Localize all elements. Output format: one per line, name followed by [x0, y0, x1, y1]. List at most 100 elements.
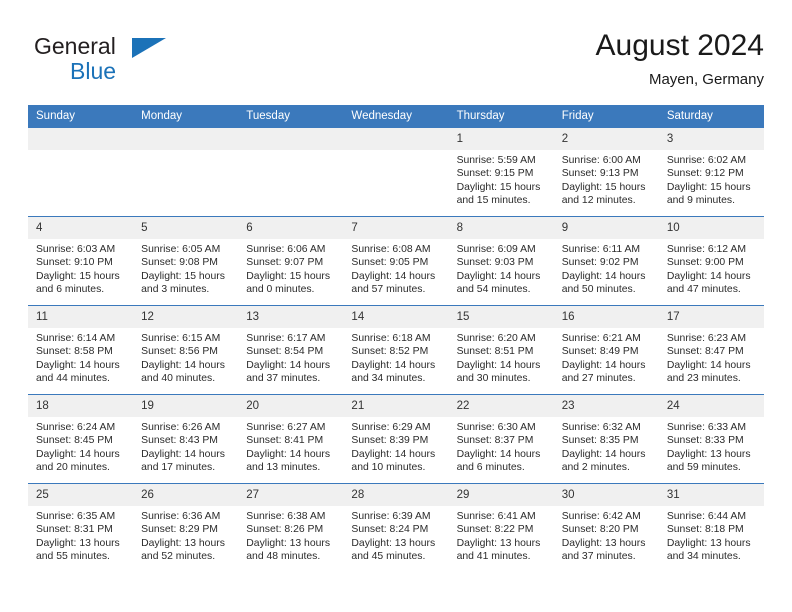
brand-logo[interactable]: General Blue — [34, 34, 234, 90]
sunrise-text: Sunrise: 6:21 AM — [561, 333, 641, 344]
sunrise-text: Sunrise: 6:26 AM — [141, 422, 221, 433]
day-details: Sunrise: 6:02 AM Sunset: 9:12 PM Daylight:… — [659, 150, 764, 208]
day-number: 22 — [448, 395, 554, 417]
calendar-day-cell[interactable]: 5 Sunrise: 6:05 AM Sunset: 9:08 PM Daylight… — [133, 216, 239, 306]
calendar-body: 1 Sunrise: 5:59 AM Sunset: 9:15 PM Daylight… — [28, 127, 764, 573]
daylight-text-line1: Daylight: 13 hours — [141, 537, 225, 549]
calendar-day-cell[interactable]: 3 Sunrise: 6:02 AM Sunset: 9:12 PM Daylight… — [658, 127, 764, 217]
calendar-day-cell[interactable]: 25 Sunrise: 6:35 AM Sunset: 8:31 PM Dayligh… — [28, 483, 134, 573]
calendar-day-cell[interactable]: 8 Sunrise: 6:09 AM Sunset: 9:03 PM Daylight… — [448, 216, 554, 306]
day-number: 9 — [553, 217, 659, 239]
daylight-text-line1: Daylight: 13 hours — [351, 537, 436, 549]
daylight-text-line2: and 50 minutes. — [561, 284, 636, 296]
calendar-day-cell[interactable]: 14 Sunrise: 6:18 AM Sunset: 8:52 PM Dayligh… — [343, 305, 449, 395]
sunrise-text: Sunrise: 6:41 AM — [456, 511, 536, 522]
calendar-day-cell[interactable]: 26 Sunrise: 6:36 AM Sunset: 8:29 PM Dayligh… — [133, 483, 239, 573]
sunset-text: Sunset: 8:18 PM — [666, 524, 744, 536]
day-number: 15 — [448, 306, 554, 328]
sunset-text: Sunset: 9:12 PM — [666, 168, 744, 180]
day-number: 14 — [343, 306, 449, 328]
calendar-day-cell[interactable]: 19 Sunrise: 6:26 AM Sunset: 8:43 PM Dayligh… — [133, 394, 239, 484]
calendar-day-cell[interactable]: 28 Sunrise: 6:39 AM Sunset: 8:24 PM Dayligh… — [343, 483, 449, 573]
calendar-day-cell[interactable]: 11 Sunrise: 6:14 AM Sunset: 8:58 PM Dayligh… — [28, 305, 134, 395]
day-details: Sunrise: 6:00 AM Sunset: 9:13 PM Daylight:… — [554, 150, 659, 208]
sunset-text: Sunset: 8:39 PM — [351, 435, 429, 447]
day-number: 18 — [28, 395, 134, 417]
day-details: Sunrise: 6:08 AM Sunset: 9:05 PM Daylight:… — [343, 239, 448, 297]
daylight-text-line2: and 48 minutes. — [246, 551, 321, 563]
sunset-text: Sunset: 8:47 PM — [666, 346, 744, 358]
daylight-text-line2: and 54 minutes. — [456, 284, 531, 296]
sunrise-text: Sunrise: 6:05 AM — [141, 244, 221, 255]
calendar-day-cell[interactable]: 16 Sunrise: 6:21 AM Sunset: 8:49 PM Dayligh… — [553, 305, 659, 395]
calendar-day-cell[interactable]: 18 Sunrise: 6:24 AM Sunset: 8:45 PM Dayligh… — [28, 394, 134, 484]
weekday-header-row: Sunday Monday Tuesday Wednesday Thursday… — [28, 105, 764, 128]
sunrise-text: Sunrise: 6:00 AM — [561, 155, 641, 166]
day-details: Sunrise: 6:27 AM Sunset: 8:41 PM Daylight:… — [238, 417, 343, 475]
calendar-day-cell[interactable]: 24 Sunrise: 6:33 AM Sunset: 8:33 PM Dayligh… — [658, 394, 764, 484]
daylight-text-line2: and 9 minutes. — [666, 195, 736, 207]
calendar-day-cell[interactable]: 31 Sunrise: 6:44 AM Sunset: 8:18 PM Dayligh… — [658, 483, 764, 573]
calendar-day-cell[interactable]: 13 Sunrise: 6:17 AM Sunset: 8:54 PM Dayligh… — [238, 305, 344, 395]
calendar-day-cell[interactable]: 17 Sunrise: 6:23 AM Sunset: 8:47 PM Dayligh… — [658, 305, 764, 395]
sunrise-text: Sunrise: 6:32 AM — [561, 422, 641, 433]
weekday-header-friday: Friday — [553, 105, 659, 128]
sunset-text: Sunset: 9:03 PM — [456, 257, 534, 269]
daylight-text-line1: Daylight: 13 hours — [561, 537, 646, 549]
sunrise-text: Sunrise: 6:30 AM — [456, 422, 536, 433]
calendar-day-cell-empty — [238, 127, 344, 217]
day-number — [343, 128, 449, 150]
sunset-text: Sunset: 8:22 PM — [456, 524, 534, 536]
sunset-text: Sunset: 9:15 PM — [456, 168, 534, 180]
sunrise-text: Sunrise: 6:29 AM — [351, 422, 431, 433]
day-details: Sunrise: 6:20 AM Sunset: 8:51 PM Daylight:… — [449, 328, 554, 386]
daylight-text-line2: and 45 minutes. — [351, 551, 426, 563]
day-details: Sunrise: 6:33 AM Sunset: 8:33 PM Daylight:… — [659, 417, 764, 475]
daylight-text-line2: and 52 minutes. — [141, 551, 216, 563]
sunset-text: Sunset: 9:13 PM — [561, 168, 639, 180]
daylight-text-line2: and 15 minutes. — [456, 195, 531, 207]
calendar-day-cell[interactable]: 4 Sunrise: 6:03 AM Sunset: 9:10 PM Daylight… — [28, 216, 134, 306]
calendar-day-cell[interactable]: 23 Sunrise: 6:32 AM Sunset: 8:35 PM Dayligh… — [553, 394, 659, 484]
calendar-day-cell[interactable]: 21 Sunrise: 6:29 AM Sunset: 8:39 PM Dayligh… — [343, 394, 449, 484]
brand-name-blue: Blue — [70, 58, 117, 84]
calendar-day-cell[interactable]: 7 Sunrise: 6:08 AM Sunset: 9:05 PM Daylight… — [343, 216, 449, 306]
calendar-week-row: 1 Sunrise: 5:59 AM Sunset: 9:15 PM Daylight… — [28, 127, 764, 217]
day-details: Sunrise: 6:11 AM Sunset: 9:02 PM Daylight:… — [554, 239, 659, 297]
calendar-day-cell[interactable]: 27 Sunrise: 6:38 AM Sunset: 8:26 PM Dayligh… — [238, 483, 344, 573]
calendar-day-cell[interactable]: 15 Sunrise: 6:20 AM Sunset: 8:51 PM Dayligh… — [448, 305, 554, 395]
calendar-day-cell[interactable]: 1 Sunrise: 5:59 AM Sunset: 9:15 PM Daylight… — [448, 127, 554, 217]
sunset-text: Sunset: 8:35 PM — [561, 435, 639, 447]
daylight-text-line1: Daylight: 14 hours — [36, 448, 120, 460]
daylight-text-line1: Daylight: 14 hours — [666, 270, 751, 282]
calendar-day-cell[interactable]: 29 Sunrise: 6:41 AM Sunset: 8:22 PM Dayligh… — [448, 483, 554, 573]
day-number: 8 — [448, 217, 554, 239]
sunset-text: Sunset: 8:51 PM — [456, 346, 534, 358]
calendar-day-cell[interactable]: 22 Sunrise: 6:30 AM Sunset: 8:37 PM Dayligh… — [448, 394, 554, 484]
daylight-text-line2: and 10 minutes. — [351, 462, 426, 474]
calendar-day-cell[interactable]: 10 Sunrise: 6:12 AM Sunset: 9:00 PM Dayligh… — [658, 216, 764, 306]
calendar-day-cell[interactable]: 2 Sunrise: 6:00 AM Sunset: 9:13 PM Daylight… — [553, 127, 659, 217]
daylight-text-line1: Daylight: 14 hours — [141, 448, 225, 460]
sunrise-text: Sunrise: 6:06 AM — [246, 244, 326, 255]
calendar-day-cell[interactable]: 6 Sunrise: 6:06 AM Sunset: 9:07 PM Daylight… — [238, 216, 344, 306]
daylight-text-line2: and 40 minutes. — [141, 373, 216, 385]
day-number: 10 — [658, 217, 764, 239]
day-details: Sunrise: 6:30 AM Sunset: 8:37 PM Daylight:… — [449, 417, 554, 475]
sunrise-text: Sunrise: 6:35 AM — [36, 511, 116, 522]
daylight-text-line2: and 41 minutes. — [456, 551, 531, 563]
daylight-text-line1: Daylight: 14 hours — [456, 359, 541, 371]
sunrise-text: Sunrise: 6:08 AM — [351, 244, 431, 255]
sunset-text: Sunset: 8:31 PM — [36, 524, 113, 536]
day-number: 1 — [448, 128, 554, 150]
sunrise-text: Sunrise: 6:27 AM — [246, 422, 326, 433]
daylight-text-line1: Daylight: 13 hours — [246, 537, 331, 549]
sunrise-text: Sunrise: 6:17 AM — [246, 333, 326, 344]
daylight-text-line2: and 47 minutes. — [666, 284, 741, 296]
calendar-day-cell[interactable]: 9 Sunrise: 6:11 AM Sunset: 9:02 PM Daylight… — [553, 216, 659, 306]
calendar-day-cell[interactable]: 12 Sunrise: 6:15 AM Sunset: 8:56 PM Dayligh… — [133, 305, 239, 395]
daylight-text-line2: and 27 minutes. — [561, 373, 636, 385]
calendar-day-cell[interactable]: 30 Sunrise: 6:42 AM Sunset: 8:20 PM Dayligh… — [553, 483, 659, 573]
calendar-day-cell[interactable]: 20 Sunrise: 6:27 AM Sunset: 8:41 PM Dayligh… — [238, 394, 344, 484]
day-details: Sunrise: 6:24 AM Sunset: 8:45 PM Daylight:… — [28, 417, 133, 475]
